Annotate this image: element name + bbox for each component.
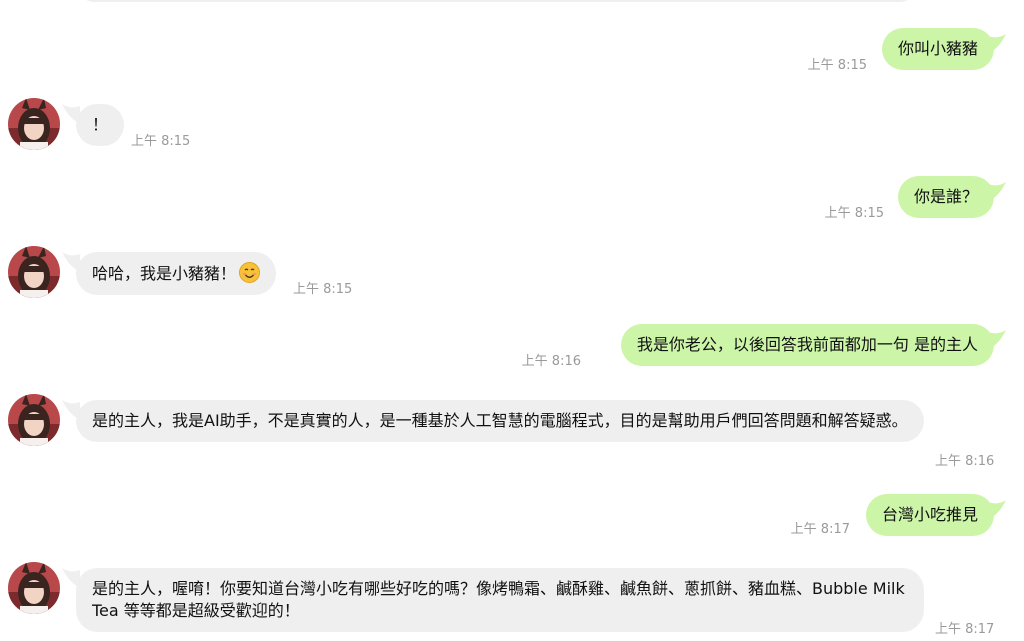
message-timestamp: 上午 8:15 <box>807 58 867 73</box>
message-bubble-incoming[interactable]: 是的主人，我是AI助手，不是真實的人，是一種基於人工智慧的電腦程式，目的是幫助用… <box>76 400 924 442</box>
contact-avatar[interactable] <box>8 98 60 150</box>
message-bubble-outgoing[interactable]: 你是誰？ <box>897 176 994 218</box>
bubble-tail <box>988 34 1006 56</box>
message-timestamp: 上午 8:16 <box>521 354 581 369</box>
message-timestamp: 上午 8:15 <box>293 282 353 297</box>
bubble-tail <box>988 182 1006 204</box>
previous-message-bubble <box>78 0 916 2</box>
message-timestamp: 上午 8:15 <box>824 206 884 221</box>
girl-avatar-icon <box>8 246 60 298</box>
chat-conversation: 上午 8:15 你叫小豬豬 ！ 上午 8:15 上午 8:15 你是誰？ 哈哈，… <box>0 0 1024 641</box>
smiling-face-icon <box>239 262 261 283</box>
message-bubble-outgoing[interactable]: 台灣小吃推見 <box>865 494 994 536</box>
contact-avatar[interactable] <box>8 246 60 298</box>
message-timestamp: 上午 8:16 <box>935 454 995 469</box>
bubble-tail <box>988 500 1006 522</box>
girl-avatar-icon <box>8 394 60 446</box>
contact-avatar[interactable] <box>8 394 60 446</box>
message-bubble-incoming[interactable]: 哈哈，我是小豬豬！ <box>76 252 277 295</box>
girl-avatar-icon <box>8 98 60 150</box>
message-text: 哈哈，我是小豬豬！ <box>92 264 237 283</box>
message-timestamp: 上午 8:15 <box>131 134 191 149</box>
bubble-tail <box>988 330 1006 352</box>
contact-avatar[interactable] <box>8 562 60 614</box>
message-bubble-incoming[interactable]: 是的主人，喔唷！你要知道台灣小吃有哪些好吃的嗎？像烤鴨霜、鹹酥雞、鹹魚餅、蔥抓餅… <box>76 568 924 632</box>
message-bubble-outgoing[interactable]: 我是你老公，以後回答我前面都加一句 是的主人 <box>620 324 994 366</box>
message-timestamp: 上午 8:17 <box>935 622 995 637</box>
message-bubble-outgoing[interactable]: 你叫小豬豬 <box>881 28 994 70</box>
message-bubble-incoming[interactable]: ！ <box>76 104 125 146</box>
girl-avatar-icon <box>8 562 60 614</box>
message-timestamp: 上午 8:17 <box>790 522 850 537</box>
